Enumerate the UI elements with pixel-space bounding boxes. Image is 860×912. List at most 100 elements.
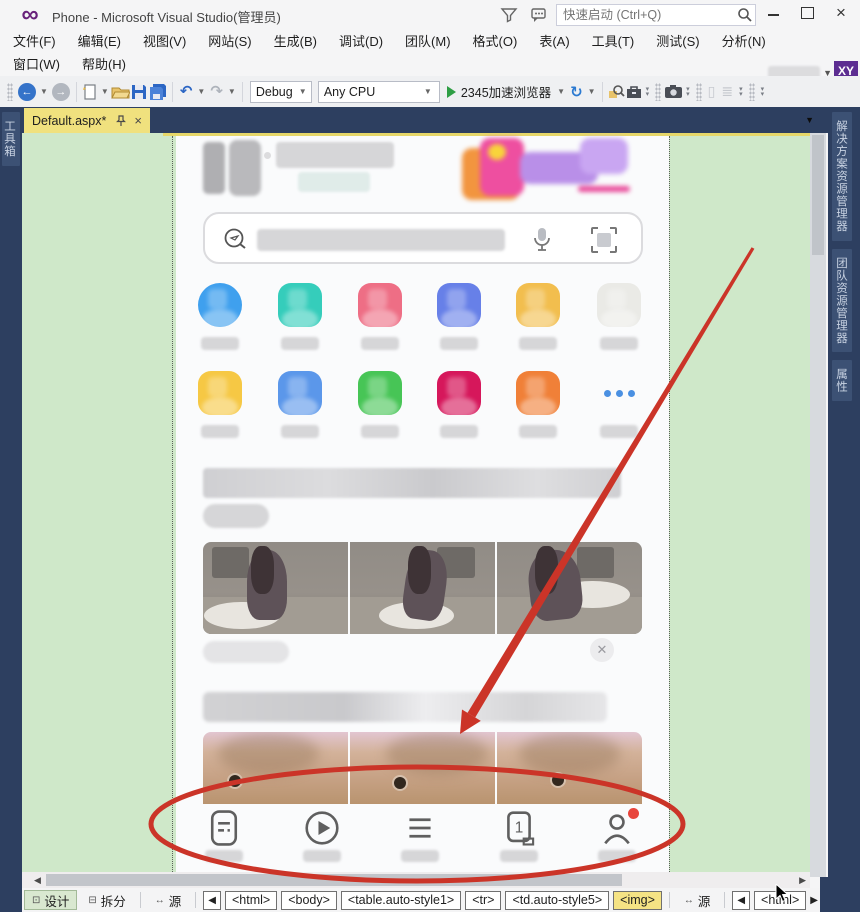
new-file-button[interactable] <box>81 83 99 101</box>
vertical-scrollbar[interactable] <box>810 133 826 877</box>
solution-configuration-combo[interactable]: Debug▼ <box>250 81 312 103</box>
menu-item-0[interactable]: 文件(F) <box>2 30 67 53</box>
close-button[interactable]: × <box>826 0 856 26</box>
tab-close-icon[interactable]: × <box>134 115 142 127</box>
pin-icon[interactable] <box>115 115 127 127</box>
more-apps-icon[interactable] <box>597 371 641 415</box>
headline-blurred[interactable] <box>203 692 607 722</box>
app-icon[interactable] <box>516 371 560 415</box>
menu-item-4[interactable]: 生成(B) <box>263 30 328 53</box>
menu-item-7[interactable]: 格式(O) <box>462 30 529 53</box>
headline-blurred[interactable] <box>203 468 621 498</box>
scroll-right-icon[interactable]: ▶ <box>799 875 806 886</box>
menu-item-row2-0[interactable]: 窗口(W) <box>2 53 71 76</box>
menu-item-11[interactable]: 分析(N) <box>711 30 777 53</box>
app-icon[interactable] <box>198 283 242 327</box>
nav-tabs-icon[interactable]: 1 <box>499 808 539 848</box>
app-icon[interactable] <box>597 283 641 327</box>
tag-nav-left-icon[interactable]: ◀ <box>732 891 750 910</box>
quick-launch-box[interactable] <box>556 4 756 26</box>
maximize-button[interactable] <box>792 0 822 26</box>
app-icon[interactable] <box>278 371 322 415</box>
toolbar-grip[interactable] <box>696 83 702 101</box>
feedback-funnel-icon[interactable] <box>500 6 518 24</box>
image-squirrel-3[interactable] <box>497 732 642 804</box>
browser-dropdown-icon[interactable]: ▼ <box>557 87 565 96</box>
menu-item-9[interactable]: 工具(T) <box>581 30 646 53</box>
tag-chip-3[interactable]: <tr> <box>465 891 501 910</box>
search-bar[interactable] <box>203 212 643 264</box>
menu-item-2[interactable]: 视图(V) <box>132 30 197 53</box>
dismiss-card-icon[interactable]: ✕ <box>590 638 614 662</box>
toolbar-overflow-icon[interactable]: ▾▾ <box>686 87 690 97</box>
nav-video-icon[interactable] <box>302 808 342 848</box>
tag-chip-4[interactable]: <td.auto-style5> <box>505 891 609 910</box>
minimize-button[interactable] <box>758 0 788 26</box>
toolbox-tab[interactable]: 工具箱 <box>2 112 20 166</box>
solution-platform-combo[interactable]: Any CPU▼ <box>318 81 440 103</box>
redo-button[interactable]: ↷ <box>210 83 223 101</box>
nav-news-feed-icon[interactable] <box>204 808 244 848</box>
menu-item-10[interactable]: 测试(S) <box>645 30 710 53</box>
scroll-left-icon[interactable]: ◀ <box>34 875 41 886</box>
app-icon[interactable] <box>358 283 402 327</box>
back-dropdown-icon[interactable]: ▼ <box>40 87 48 96</box>
nav-menu-icon[interactable] <box>400 808 440 848</box>
toolbox-icon[interactable] <box>625 84 643 100</box>
right-rail-tab-0[interactable]: 解决方案资源管理器 <box>832 112 852 241</box>
app-icon[interactable] <box>278 283 322 327</box>
undo-button[interactable]: ↶ <box>180 83 193 101</box>
menu-item-row2-1[interactable]: 帮助(H) <box>71 53 137 76</box>
toolbar-grip[interactable] <box>7 83 13 101</box>
menu-item-1[interactable]: 编辑(E) <box>67 30 132 53</box>
quick-launch-input[interactable] <box>557 8 735 22</box>
refresh-button[interactable]: ↻ <box>570 83 583 101</box>
image-squirrel-1[interactable] <box>203 732 348 804</box>
tag-nav-left-icon[interactable]: ◀ <box>203 891 221 910</box>
app-icon[interactable] <box>437 371 481 415</box>
app-icon[interactable] <box>437 283 481 327</box>
video-frame-girl-dog-1[interactable] <box>203 542 348 634</box>
menu-item-3[interactable]: 网站(S) <box>197 30 262 53</box>
toolbar-overflow-icon[interactable]: ▾▾ <box>761 87 765 97</box>
send-feedback-icon[interactable] <box>530 6 548 24</box>
toolbar-overflow-icon[interactable]: ▾▾ <box>739 87 743 97</box>
new-file-dropdown-icon[interactable]: ▼ <box>101 87 109 96</box>
undo-dropdown-icon[interactable]: ▼ <box>197 87 205 96</box>
app-icon[interactable] <box>358 371 402 415</box>
open-file-button[interactable] <box>111 83 130 101</box>
right-rail-tab-1[interactable]: 团队资源管理器 <box>832 249 852 353</box>
tag-chip-5[interactable]: <img> <box>613 891 662 910</box>
find-in-files-button[interactable] <box>607 83 625 101</box>
navigate-forward-button[interactable]: → <box>52 83 70 101</box>
video-frame-girl-dog-3[interactable] <box>497 542 642 634</box>
design-view-button[interactable]: ⊡ 设计 <box>24 890 77 910</box>
refresh-dropdown-icon[interactable]: ▼ <box>588 87 596 96</box>
menu-item-8[interactable]: 表(A) <box>528 30 580 53</box>
scan-qr-icon[interactable] <box>589 225 619 255</box>
screenshot-camera-icon[interactable] <box>664 84 683 99</box>
navigate-back-button[interactable]: ← <box>18 83 36 101</box>
menu-item-6[interactable]: 团队(M) <box>394 30 462 53</box>
save-all-button[interactable] <box>148 83 168 101</box>
toolbar-grip[interactable] <box>749 83 755 101</box>
tab-list-dropdown-icon[interactable]: ▼ <box>805 115 814 125</box>
save-button[interactable] <box>130 83 148 101</box>
redo-dropdown-icon[interactable]: ▼ <box>228 87 236 96</box>
image-squirrel-2[interactable] <box>350 732 495 804</box>
tag-chip-1[interactable]: <body> <box>281 891 337 910</box>
start-debug-button[interactable]: 2345加速浏览器 <box>447 82 551 101</box>
toolbar-overflow-icon[interactable]: ▾▾ <box>646 87 650 97</box>
video-frame-girl-dog-2[interactable] <box>350 542 495 634</box>
tag-chip-0[interactable]: <html> <box>225 891 277 910</box>
microphone-icon[interactable] <box>529 225 555 255</box>
document-tab[interactable]: Default.aspx* × <box>24 108 150 133</box>
right-rail-tab-2[interactable]: 属性 <box>832 360 852 401</box>
tag-chip-2[interactable]: <table.auto-style1> <box>341 891 461 910</box>
toolbar-grip[interactable] <box>655 83 661 101</box>
split-view-button[interactable]: ⊟ 拆分 <box>81 890 132 910</box>
design-surface[interactable]: ✕ <box>22 133 810 872</box>
horizontal-scrollbar-thumb[interactable] <box>46 874 622 886</box>
source-view-button-2[interactable]: ↔ 源 <box>677 890 718 910</box>
app-icon[interactable] <box>198 371 242 415</box>
